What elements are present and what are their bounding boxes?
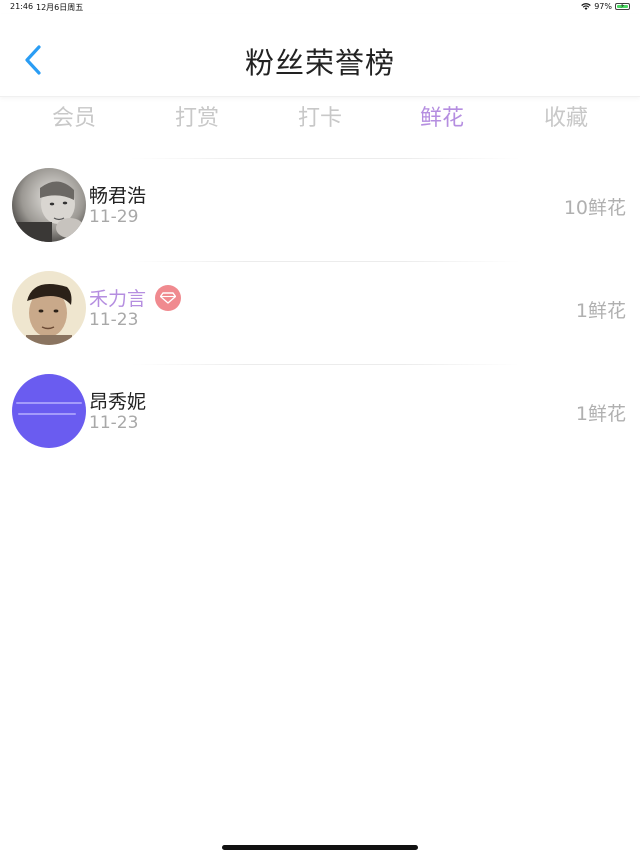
- tab-flowers[interactable]: 鲜花: [402, 100, 482, 132]
- purple-text-avatar: [12, 374, 86, 448]
- battery-icon: ⚡: [615, 2, 630, 10]
- status-date: 12月6日周五: [36, 3, 84, 12]
- list-item[interactable]: 畅君浩 11-29 10鲜花: [0, 158, 640, 261]
- home-indicator[interactable]: [222, 845, 418, 850]
- diamond-icon: [160, 291, 177, 304]
- list-item[interactable]: 禾力言 11-23 1鲜花: [0, 261, 640, 364]
- row-divider: [130, 158, 520, 159]
- nav-header: 粉丝荣誉榜: [0, 14, 640, 97]
- screen: 21:46 12月6日周五 97% ⚡ 粉丝荣誉榜 会员 打赏 打卡 鲜花 收藏…: [0, 0, 640, 854]
- fan-name: 禾力言: [89, 288, 147, 310]
- status-indicators: 97% ⚡: [581, 2, 630, 11]
- fan-date: 11-23: [89, 310, 139, 330]
- fan-name: 昂秀妮: [89, 391, 147, 413]
- photo-child-avatar: [12, 168, 86, 242]
- list-item[interactable]: 昂秀妮 11-23 1鲜花: [0, 364, 640, 467]
- flower-count: 1鲜花: [575, 300, 626, 322]
- row-divider: [130, 261, 520, 262]
- photo-man-avatar: [12, 271, 86, 345]
- flower-count: 10鲜花: [563, 197, 626, 219]
- status-time: 21:46: [10, 2, 34, 11]
- name-line: 畅君浩: [89, 181, 146, 208]
- vip-diamond-icon: [155, 284, 182, 311]
- tab-tips[interactable]: 打赏: [157, 100, 237, 132]
- status-bar: 21:46 12月6日周五 97% ⚡: [0, 0, 640, 14]
- row-divider: [130, 364, 520, 365]
- avatar[interactable]: [12, 168, 86, 242]
- avatar[interactable]: [12, 271, 86, 345]
- name-line: 禾力言: [89, 284, 182, 311]
- fan-date: 11-23: [89, 413, 139, 433]
- name-line: 昂秀妮: [89, 387, 146, 414]
- tab-favorites[interactable]: 收藏: [526, 100, 606, 132]
- avatar[interactable]: [12, 374, 86, 448]
- flower-count: 1鲜花: [575, 403, 626, 425]
- wifi-icon: [581, 2, 591, 10]
- fan-date: 11-29: [89, 207, 139, 227]
- charging-bolt-icon: ⚡: [620, 2, 625, 10]
- fan-name: 畅君浩: [89, 185, 147, 207]
- page-title: 粉丝荣誉榜: [244, 46, 395, 80]
- battery-percent: 97%: [594, 2, 612, 11]
- tab-bar: 会员 打赏 打卡 鲜花 收藏: [0, 98, 640, 138]
- tab-checkin[interactable]: 打卡: [280, 100, 360, 132]
- tab-member[interactable]: 会员: [34, 100, 114, 132]
